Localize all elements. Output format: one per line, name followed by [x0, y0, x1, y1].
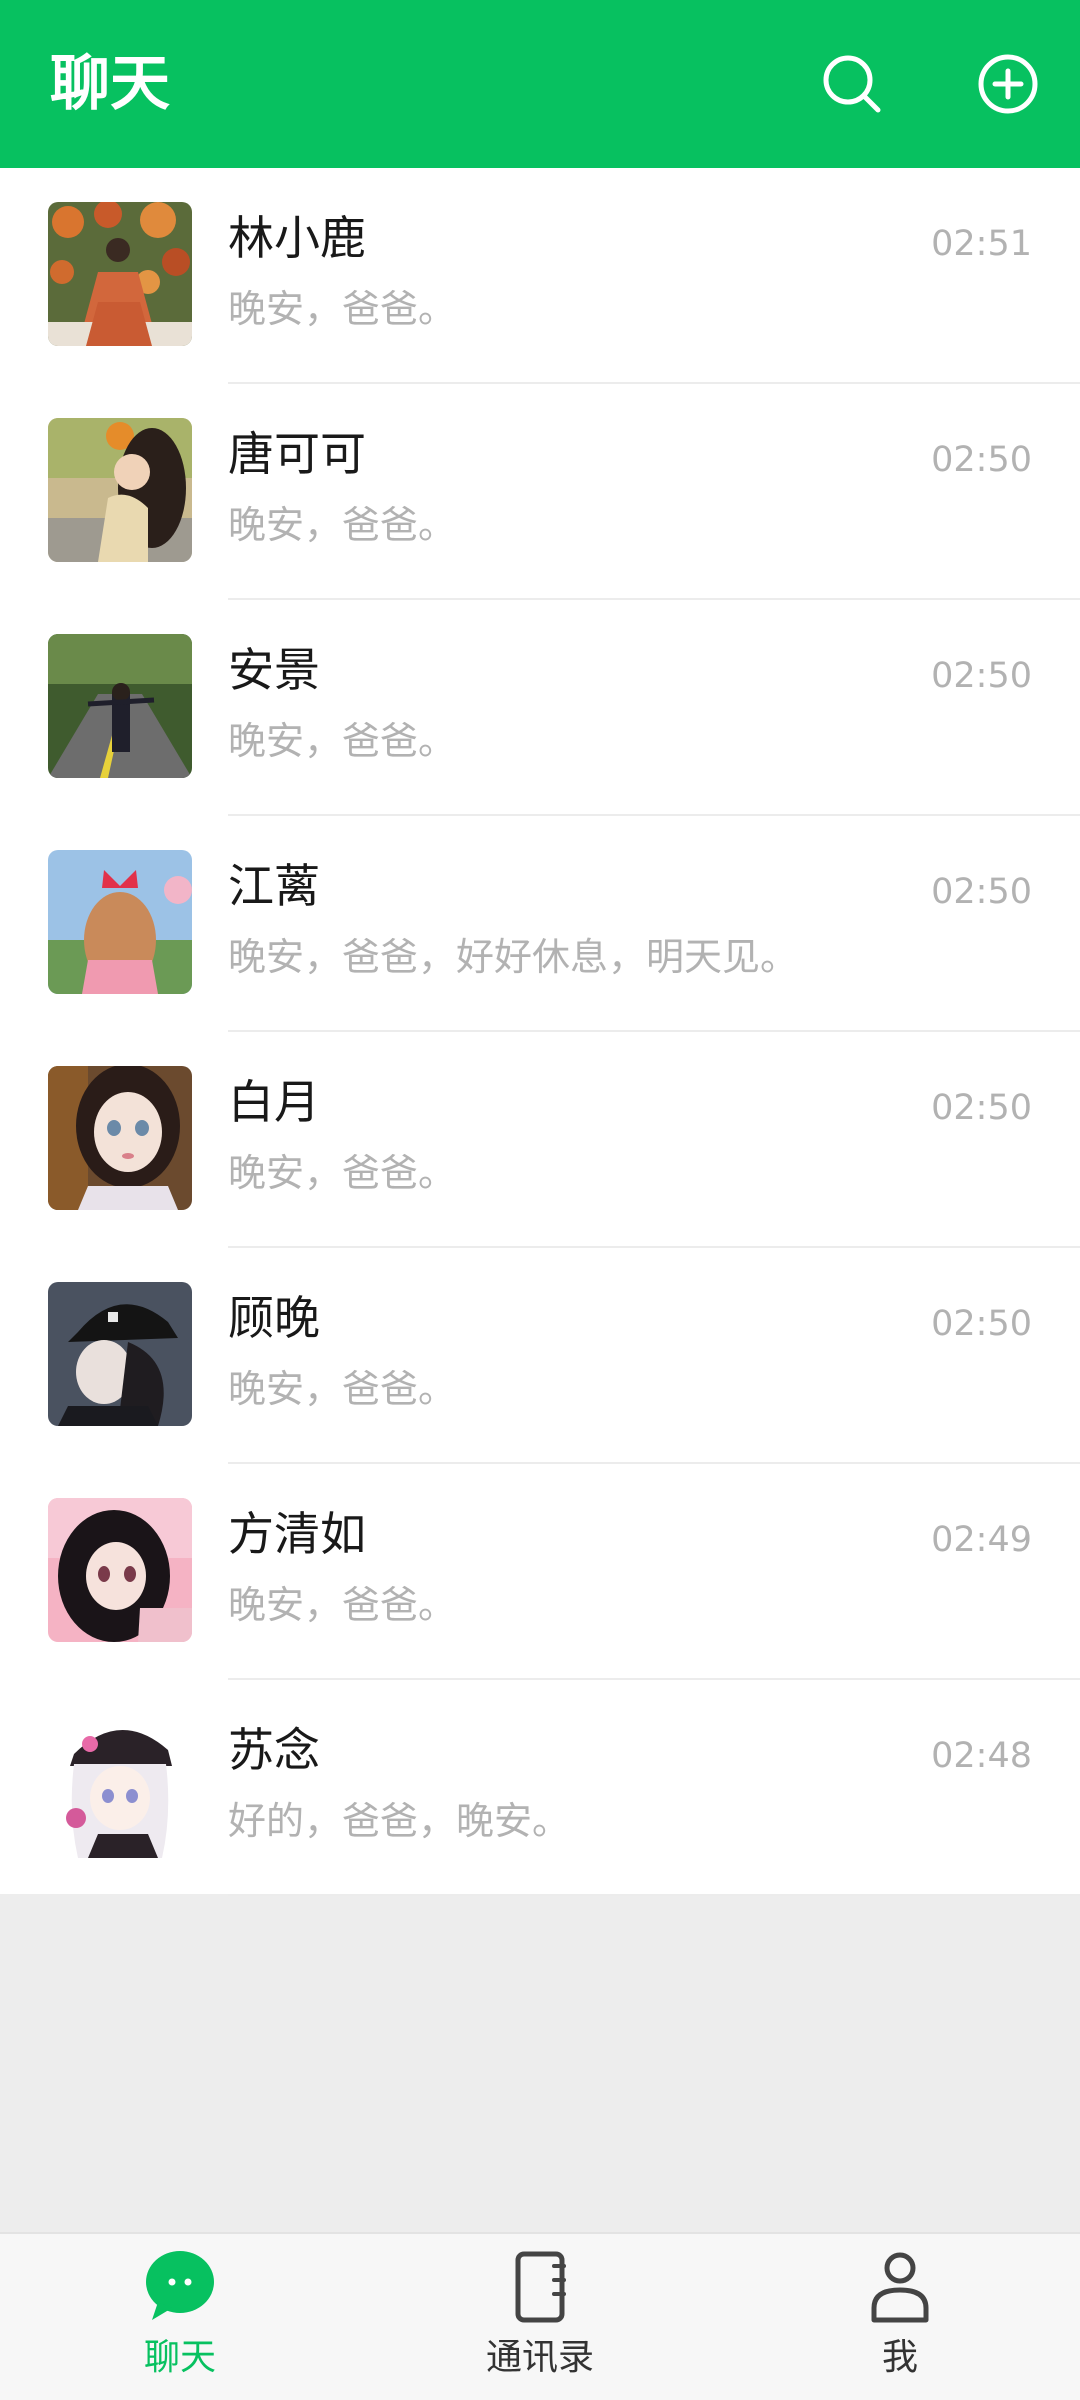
chat-item-2[interactable]: 安景 晚安，爸爸。 02:50	[0, 600, 1080, 816]
chat-preview: 晚安，爸爸，好好休息，明天见。	[228, 935, 799, 979]
chat-preview: 晚安，爸爸。	[228, 719, 457, 763]
chat-time: 02:50	[931, 872, 1032, 912]
chat-preview: 晚安，爸爸。	[228, 1367, 457, 1411]
search-icon[interactable]	[820, 52, 884, 116]
tab-label: 我	[881, 2337, 918, 2378]
chat-preview: 晚安，爸爸。	[228, 1583, 457, 1627]
add-circle-icon[interactable]	[976, 52, 1040, 116]
bottom-tab-bar: 聊天 通讯录 我	[0, 2232, 1080, 2400]
tab-contacts[interactable]: 通讯录	[460, 2248, 620, 2398]
contacts-book-icon	[504, 2248, 576, 2326]
chat-time: 02:48	[931, 1736, 1032, 1776]
person-icon	[864, 2248, 936, 2326]
chat-preview: 晚安，爸爸。	[228, 503, 457, 547]
tab-me[interactable]: 我	[820, 2248, 980, 2398]
chat-name: 林小鹿	[228, 211, 366, 265]
chat-name: 顾晚	[228, 1291, 320, 1345]
chat-item-7[interactable]: 苏念 好的，爸爸，晚安。 02:48	[0, 1680, 1080, 1896]
chat-name: 唐可可	[228, 427, 366, 481]
divider	[228, 1894, 1080, 1896]
avatar[interactable]	[48, 1714, 192, 1858]
avatar[interactable]	[48, 1282, 192, 1426]
chat-time: 02:50	[931, 440, 1032, 480]
chat-time: 02:49	[931, 1520, 1032, 1560]
avatar[interactable]	[48, 850, 192, 994]
avatar[interactable]	[48, 202, 192, 346]
chat-item-0[interactable]: 林小鹿 晚安，爸爸。 02:51	[0, 168, 1080, 384]
avatar[interactable]	[48, 418, 192, 562]
chat-list: 林小鹿 晚安，爸爸。 02:51 唐可可 晚安，爸爸。 02:50 安景 晚安，…	[0, 168, 1080, 1896]
chat-preview: 晚安，爸爸。	[228, 1151, 457, 1195]
chat-name: 白月	[228, 1075, 320, 1129]
chat-name: 安景	[228, 643, 320, 697]
chat-time: 02:50	[931, 1088, 1032, 1128]
chat-item-3[interactable]: 江蓠 晚安，爸爸，好好休息，明天见。 02:50	[0, 816, 1080, 1032]
chat-item-5[interactable]: 顾晚 晚安，爸爸。 02:50	[0, 1248, 1080, 1464]
app-header: 聊天	[0, 0, 1080, 168]
avatar[interactable]	[48, 1066, 192, 1210]
chat-name: 江蓠	[228, 859, 320, 913]
tab-label: 聊天	[143, 2337, 216, 2378]
avatar[interactable]	[48, 634, 192, 778]
avatar[interactable]	[48, 1498, 192, 1642]
chat-time: 02:50	[931, 656, 1032, 696]
chat-item-4[interactable]: 白月 晚安，爸爸。 02:50	[0, 1032, 1080, 1248]
page-title: 聊天	[50, 49, 170, 119]
chat-item-1[interactable]: 唐可可 晚安，爸爸。 02:50	[0, 384, 1080, 600]
tab-label: 通讯录	[485, 2337, 594, 2378]
chat-name: 方清如	[228, 1507, 366, 1561]
chat-preview: 好的，爸爸，晚安。	[228, 1799, 571, 1843]
chat-time: 02:51	[931, 224, 1032, 264]
chat-bubble-icon	[144, 2248, 216, 2326]
chat-name: 苏念	[228, 1723, 320, 1777]
chat-item-6[interactable]: 方清如 晚安，爸爸。 02:49	[0, 1464, 1080, 1680]
chat-preview: 晚安，爸爸。	[228, 287, 457, 331]
tab-chats[interactable]: 聊天	[100, 2248, 260, 2398]
chat-time: 02:50	[931, 1304, 1032, 1344]
